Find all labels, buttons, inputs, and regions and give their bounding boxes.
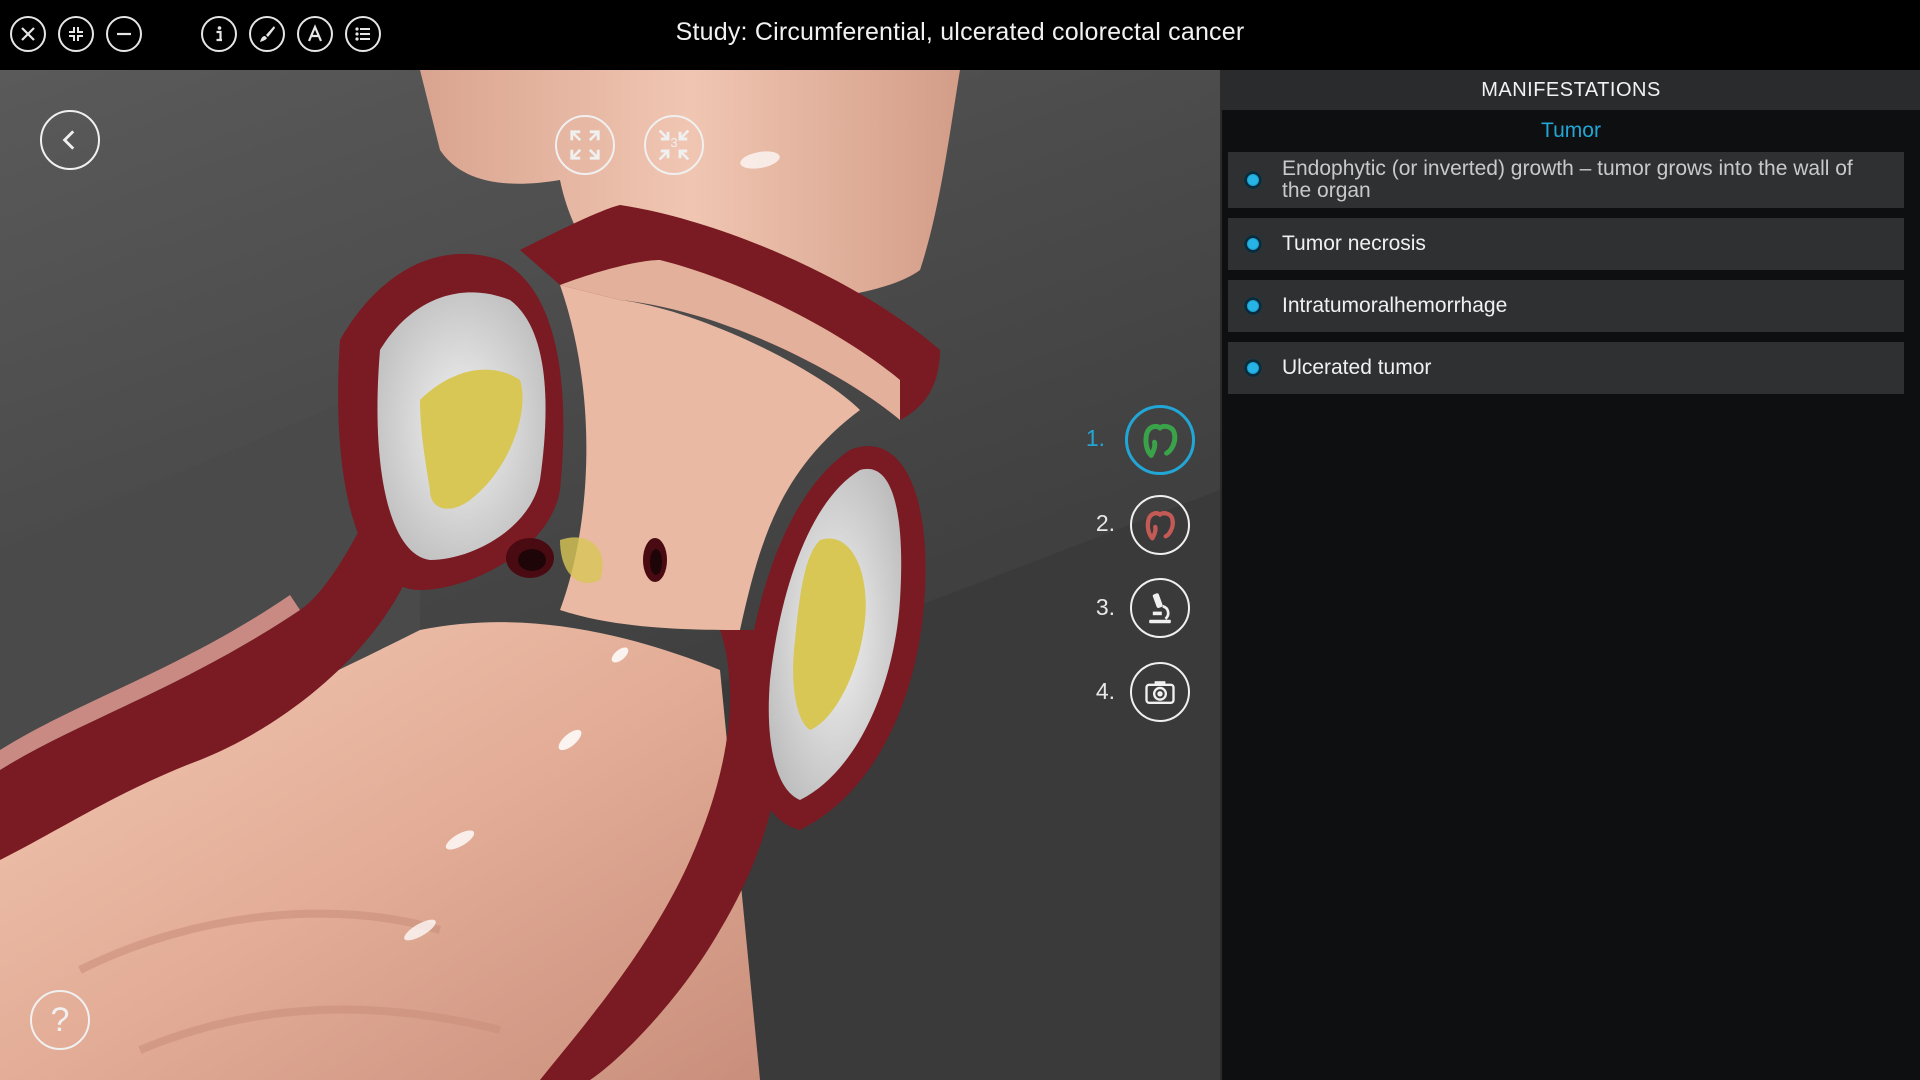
3d-viewport[interactable]: 3 1. 2. 3. 4. ?: [0, 70, 1220, 1080]
brush-button[interactable]: [249, 16, 285, 52]
zoom-badge: 3: [670, 135, 678, 150]
camera-icon: [1145, 681, 1175, 704]
info-icon: [216, 26, 222, 42]
close-button[interactable]: [10, 16, 46, 52]
view-3-button[interactable]: [1130, 578, 1190, 638]
manifestation-label: Ulcerated tumor: [1282, 356, 1432, 379]
text-label-button[interactable]: [297, 16, 333, 52]
manifestation-label: Tumor necrosis: [1282, 232, 1426, 255]
view-4-button[interactable]: [1130, 662, 1190, 722]
manifestations-panel: MANIFESTATIONS Tumor Endophytic (or inve…: [1220, 70, 1920, 1080]
study-title: Study: Circumferential, ulcerated colore…: [675, 18, 1245, 46]
chevron-left-icon: [62, 130, 75, 150]
manifestation-item-hemorrhage[interactable]: Intratumoralhemorrhage: [1228, 280, 1904, 332]
manifestation-item-necrosis[interactable]: Tumor necrosis: [1228, 218, 1904, 270]
view-label-4: 4.: [1095, 678, 1115, 704]
shrink-button[interactable]: 3: [644, 115, 704, 175]
text-label-icon: [307, 24, 323, 42]
compress-button[interactable]: [58, 16, 94, 52]
compress-icon: [69, 27, 83, 41]
close-icon: [21, 27, 35, 41]
view-2-button[interactable]: [1130, 495, 1190, 555]
list-icon: [355, 27, 370, 41]
expand-icon: [570, 130, 600, 160]
top-toolbar: Study: Circumferential, ulcerated colore…: [0, 0, 1920, 70]
view-label-3: 3.: [1095, 594, 1115, 620]
brush-icon: [260, 26, 275, 42]
colon-3d-model[interactable]: [0, 70, 1220, 1080]
manifestation-item-endophytic[interactable]: Endophytic (or inverted) growth – tumor …: [1228, 152, 1904, 208]
bullet-dot-icon: [1244, 297, 1262, 315]
info-button[interactable]: [201, 16, 237, 52]
help-icon: ?: [50, 1001, 70, 1039]
microscope-icon: [1149, 593, 1171, 624]
view-label-2: 2.: [1095, 510, 1115, 536]
back-button[interactable]: [40, 110, 100, 170]
view-1-button[interactable]: [1125, 405, 1195, 475]
colon-green-icon: [1143, 423, 1178, 458]
list-button[interactable]: [345, 16, 381, 52]
minimize-icon: [117, 32, 131, 36]
bullet-dot-icon: [1244, 235, 1262, 253]
bullet-dot-icon: [1244, 359, 1262, 377]
manifestation-label: Endophytic (or inverted) growth – tumor …: [1282, 157, 1853, 202]
help-button[interactable]: ?: [30, 990, 90, 1050]
view-label-1: 1.: [1085, 425, 1105, 451]
panel-subheader: Tumor: [1541, 119, 1601, 142]
minimize-button[interactable]: [106, 16, 142, 52]
colon-red-icon: [1145, 511, 1175, 541]
manifestation-item-ulcerated[interactable]: Ulcerated tumor: [1228, 342, 1904, 394]
expand-button[interactable]: [555, 115, 615, 175]
manifestation-label: Intratumoralhemorrhage: [1282, 294, 1508, 317]
bullet-dot-icon: [1244, 171, 1262, 189]
panel-header: MANIFESTATIONS: [1222, 70, 1920, 110]
